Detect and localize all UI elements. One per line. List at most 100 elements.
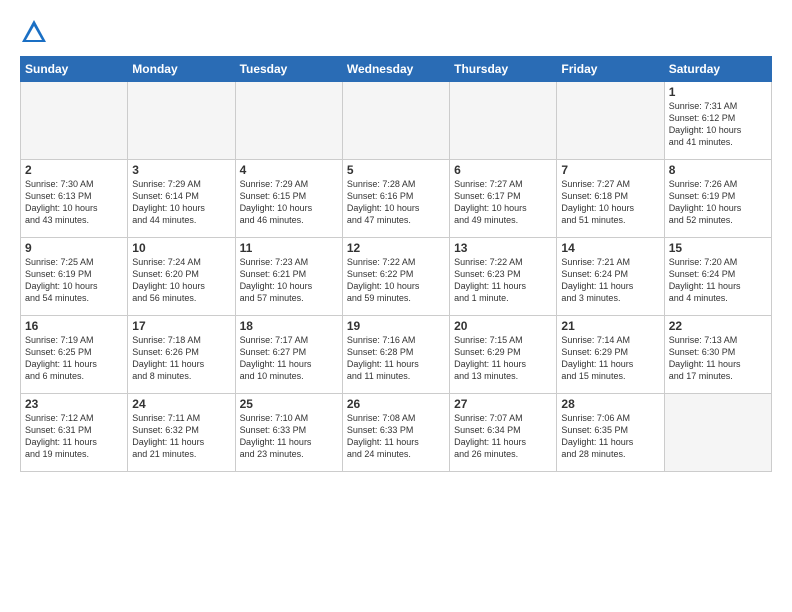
day-info: Sunrise: 7:11 AMSunset: 6:32 PMDaylight:… — [132, 412, 230, 461]
day-info: Sunrise: 7:22 AMSunset: 6:22 PMDaylight:… — [347, 256, 445, 305]
day-number: 8 — [669, 163, 767, 177]
calendar-cell: 21Sunrise: 7:14 AMSunset: 6:29 PMDayligh… — [557, 316, 664, 394]
weekday-wednesday: Wednesday — [342, 57, 449, 82]
week-row-2: 2Sunrise: 7:30 AMSunset: 6:13 PMDaylight… — [21, 160, 772, 238]
calendar-cell: 19Sunrise: 7:16 AMSunset: 6:28 PMDayligh… — [342, 316, 449, 394]
calendar-cell: 20Sunrise: 7:15 AMSunset: 6:29 PMDayligh… — [450, 316, 557, 394]
logo — [20, 18, 52, 46]
calendar-cell — [450, 82, 557, 160]
day-number: 20 — [454, 319, 552, 333]
calendar-cell — [557, 82, 664, 160]
day-number: 3 — [132, 163, 230, 177]
day-number: 22 — [669, 319, 767, 333]
day-number: 9 — [25, 241, 123, 255]
weekday-thursday: Thursday — [450, 57, 557, 82]
weekday-tuesday: Tuesday — [235, 57, 342, 82]
calendar-cell: 22Sunrise: 7:13 AMSunset: 6:30 PMDayligh… — [664, 316, 771, 394]
calendar-table: SundayMondayTuesdayWednesdayThursdayFrid… — [20, 56, 772, 472]
calendar-cell — [342, 82, 449, 160]
day-number: 12 — [347, 241, 445, 255]
week-row-5: 23Sunrise: 7:12 AMSunset: 6:31 PMDayligh… — [21, 394, 772, 472]
calendar-cell: 5Sunrise: 7:28 AMSunset: 6:16 PMDaylight… — [342, 160, 449, 238]
calendar-cell: 8Sunrise: 7:26 AMSunset: 6:19 PMDaylight… — [664, 160, 771, 238]
weekday-header-row: SundayMondayTuesdayWednesdayThursdayFrid… — [21, 57, 772, 82]
calendar-cell — [664, 394, 771, 472]
calendar-cell: 12Sunrise: 7:22 AMSunset: 6:22 PMDayligh… — [342, 238, 449, 316]
calendar-cell: 7Sunrise: 7:27 AMSunset: 6:18 PMDaylight… — [557, 160, 664, 238]
day-info: Sunrise: 7:13 AMSunset: 6:30 PMDaylight:… — [669, 334, 767, 383]
day-number: 26 — [347, 397, 445, 411]
header — [20, 18, 772, 46]
day-info: Sunrise: 7:14 AMSunset: 6:29 PMDaylight:… — [561, 334, 659, 383]
day-number: 25 — [240, 397, 338, 411]
week-row-3: 9Sunrise: 7:25 AMSunset: 6:19 PMDaylight… — [21, 238, 772, 316]
week-row-1: 1Sunrise: 7:31 AMSunset: 6:12 PMDaylight… — [21, 82, 772, 160]
calendar-cell: 4Sunrise: 7:29 AMSunset: 6:15 PMDaylight… — [235, 160, 342, 238]
day-info: Sunrise: 7:23 AMSunset: 6:21 PMDaylight:… — [240, 256, 338, 305]
day-number: 17 — [132, 319, 230, 333]
day-info: Sunrise: 7:22 AMSunset: 6:23 PMDaylight:… — [454, 256, 552, 305]
weekday-friday: Friday — [557, 57, 664, 82]
day-info: Sunrise: 7:20 AMSunset: 6:24 PMDaylight:… — [669, 256, 767, 305]
day-number: 6 — [454, 163, 552, 177]
calendar-cell: 25Sunrise: 7:10 AMSunset: 6:33 PMDayligh… — [235, 394, 342, 472]
day-info: Sunrise: 7:07 AMSunset: 6:34 PMDaylight:… — [454, 412, 552, 461]
calendar-cell: 9Sunrise: 7:25 AMSunset: 6:19 PMDaylight… — [21, 238, 128, 316]
calendar-cell: 15Sunrise: 7:20 AMSunset: 6:24 PMDayligh… — [664, 238, 771, 316]
calendar-cell — [128, 82, 235, 160]
calendar-cell — [21, 82, 128, 160]
calendar-cell: 14Sunrise: 7:21 AMSunset: 6:24 PMDayligh… — [557, 238, 664, 316]
day-number: 27 — [454, 397, 552, 411]
day-number: 5 — [347, 163, 445, 177]
logo-icon — [20, 18, 48, 46]
day-info: Sunrise: 7:29 AMSunset: 6:14 PMDaylight:… — [132, 178, 230, 227]
day-number: 14 — [561, 241, 659, 255]
day-number: 7 — [561, 163, 659, 177]
weekday-sunday: Sunday — [21, 57, 128, 82]
weekday-monday: Monday — [128, 57, 235, 82]
day-number: 2 — [25, 163, 123, 177]
calendar-cell: 3Sunrise: 7:29 AMSunset: 6:14 PMDaylight… — [128, 160, 235, 238]
day-info: Sunrise: 7:06 AMSunset: 6:35 PMDaylight:… — [561, 412, 659, 461]
calendar-cell: 13Sunrise: 7:22 AMSunset: 6:23 PMDayligh… — [450, 238, 557, 316]
day-info: Sunrise: 7:24 AMSunset: 6:20 PMDaylight:… — [132, 256, 230, 305]
day-info: Sunrise: 7:21 AMSunset: 6:24 PMDaylight:… — [561, 256, 659, 305]
day-number: 4 — [240, 163, 338, 177]
calendar-cell: 10Sunrise: 7:24 AMSunset: 6:20 PMDayligh… — [128, 238, 235, 316]
week-row-4: 16Sunrise: 7:19 AMSunset: 6:25 PMDayligh… — [21, 316, 772, 394]
day-info: Sunrise: 7:18 AMSunset: 6:26 PMDaylight:… — [132, 334, 230, 383]
day-info: Sunrise: 7:31 AMSunset: 6:12 PMDaylight:… — [669, 100, 767, 149]
day-number: 15 — [669, 241, 767, 255]
day-info: Sunrise: 7:15 AMSunset: 6:29 PMDaylight:… — [454, 334, 552, 383]
calendar-cell: 17Sunrise: 7:18 AMSunset: 6:26 PMDayligh… — [128, 316, 235, 394]
day-number: 11 — [240, 241, 338, 255]
calendar-cell: 24Sunrise: 7:11 AMSunset: 6:32 PMDayligh… — [128, 394, 235, 472]
day-number: 24 — [132, 397, 230, 411]
calendar-cell: 26Sunrise: 7:08 AMSunset: 6:33 PMDayligh… — [342, 394, 449, 472]
calendar-cell: 23Sunrise: 7:12 AMSunset: 6:31 PMDayligh… — [21, 394, 128, 472]
day-info: Sunrise: 7:25 AMSunset: 6:19 PMDaylight:… — [25, 256, 123, 305]
day-number: 10 — [132, 241, 230, 255]
calendar-cell: 27Sunrise: 7:07 AMSunset: 6:34 PMDayligh… — [450, 394, 557, 472]
calendar-cell: 6Sunrise: 7:27 AMSunset: 6:17 PMDaylight… — [450, 160, 557, 238]
day-info: Sunrise: 7:17 AMSunset: 6:27 PMDaylight:… — [240, 334, 338, 383]
day-info: Sunrise: 7:27 AMSunset: 6:17 PMDaylight:… — [454, 178, 552, 227]
calendar-cell: 18Sunrise: 7:17 AMSunset: 6:27 PMDayligh… — [235, 316, 342, 394]
calendar-cell: 28Sunrise: 7:06 AMSunset: 6:35 PMDayligh… — [557, 394, 664, 472]
calendar-cell: 11Sunrise: 7:23 AMSunset: 6:21 PMDayligh… — [235, 238, 342, 316]
day-info: Sunrise: 7:27 AMSunset: 6:18 PMDaylight:… — [561, 178, 659, 227]
day-info: Sunrise: 7:16 AMSunset: 6:28 PMDaylight:… — [347, 334, 445, 383]
day-number: 18 — [240, 319, 338, 333]
day-info: Sunrise: 7:10 AMSunset: 6:33 PMDaylight:… — [240, 412, 338, 461]
day-number: 13 — [454, 241, 552, 255]
day-number: 21 — [561, 319, 659, 333]
page: SundayMondayTuesdayWednesdayThursdayFrid… — [0, 0, 792, 612]
day-number: 1 — [669, 85, 767, 99]
day-number: 19 — [347, 319, 445, 333]
day-info: Sunrise: 7:28 AMSunset: 6:16 PMDaylight:… — [347, 178, 445, 227]
day-info: Sunrise: 7:26 AMSunset: 6:19 PMDaylight:… — [669, 178, 767, 227]
day-info: Sunrise: 7:08 AMSunset: 6:33 PMDaylight:… — [347, 412, 445, 461]
day-info: Sunrise: 7:19 AMSunset: 6:25 PMDaylight:… — [25, 334, 123, 383]
day-number: 23 — [25, 397, 123, 411]
day-info: Sunrise: 7:29 AMSunset: 6:15 PMDaylight:… — [240, 178, 338, 227]
